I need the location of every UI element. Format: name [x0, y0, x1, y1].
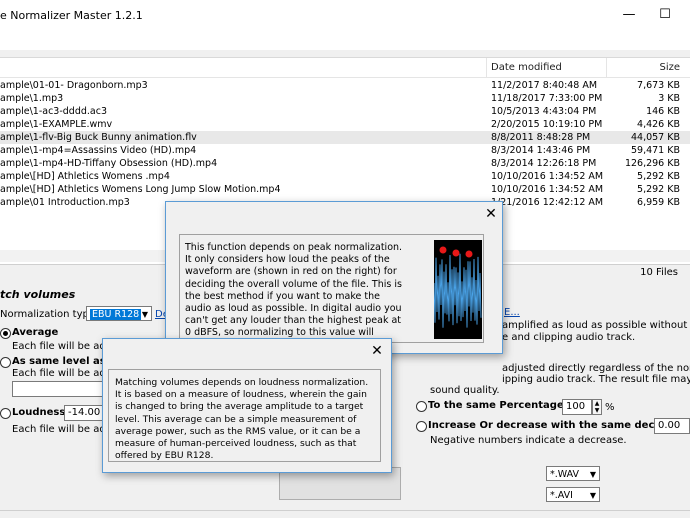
close-icon[interactable]: ✕ — [369, 344, 385, 358]
file-size: 5,292 KB — [637, 171, 680, 182]
amplified-description: amplified as loud as possible without ch… — [502, 320, 690, 331]
peak-tooltip-popup: ✕ This function depends on peak normaliz… — [165, 201, 503, 354]
file-name: ample\[HD] Athletics Womens .mp4 — [0, 171, 170, 182]
title-bar: e Normalizer Master 1.2.1 — ☐ — [0, 0, 690, 30]
format-value: *.WAV — [550, 469, 580, 480]
same-percentage-radio[interactable] — [416, 401, 427, 412]
loudness-input[interactable]: -14.00 — [64, 405, 104, 421]
same-level-radio[interactable] — [0, 357, 11, 368]
table-row[interactable]: ample\01-01- Dragonborn.mp3 11/2/2017 8:… — [0, 79, 690, 92]
file-name: ample\1-mp4-HD-Tiffany Obsession (HD).mp… — [0, 158, 218, 169]
percentage-spinner[interactable]: ▲ ▼ — [592, 399, 602, 415]
file-date: 2/20/2015 10:19:10 PM — [491, 119, 603, 130]
loudness-tooltip-text: Matching volumes depends on loudness nor… — [115, 377, 369, 462]
same-percentage-label: To the same Percentage — [428, 400, 564, 411]
chevron-down-icon: ▼ — [589, 491, 596, 500]
clipping-result-description: ipping audio track. The result file may … — [502, 374, 690, 385]
file-date: 8/8/2011 8:48:28 PM — [491, 132, 591, 143]
loudness-label: Loudness — [12, 407, 66, 418]
file-list-header: Date modified Size — [0, 58, 690, 78]
file-name: ample\1-EXAMPLE.wmv — [0, 119, 113, 130]
increase-decrease-label: Increase Or decrease with the same decib… — [428, 420, 676, 431]
chevron-down-icon: ▼ — [589, 470, 596, 479]
bottom-divider — [0, 510, 690, 511]
file-size: 44,057 KB — [630, 132, 680, 143]
peak-marker — [465, 250, 473, 258]
chevron-down-icon: ▼ — [141, 310, 148, 319]
peak-marker — [452, 249, 460, 257]
file-name: ample\1-flv-Big Buck Bunny animation.flv — [0, 132, 197, 143]
table-row[interactable]: ample\1-EXAMPLE.wmv 2/20/2015 10:19:10 P… — [0, 118, 690, 131]
normalization-type-select[interactable]: EBU R128 ▼ — [86, 306, 152, 321]
file-size: 126,296 KB — [624, 158, 680, 169]
percentage-input[interactable]: 100 — [562, 399, 592, 415]
file-date: 8/3/2014 12:26:18 PM — [491, 158, 597, 169]
format-value: *.AVI — [550, 490, 573, 501]
adjusted-description: adjusted directly regardless of the norm… — [502, 363, 690, 374]
file-name: ample\01 Introduction.mp3 — [0, 197, 130, 208]
file-name: ample\1.mp3 — [0, 93, 64, 104]
file-date: 10/10/2016 1:34:52 AM — [491, 184, 604, 195]
file-size: 3 KB — [658, 93, 680, 104]
table-row[interactable]: ample\1-ac3-dddd.ac3 10/5/2013 4:43:04 P… — [0, 105, 690, 118]
percentage-unit: % — [605, 402, 615, 413]
negative-note: Negative numbers indicate a decrease. — [430, 435, 627, 446]
file-name: ample\01-01- Dragonborn.mp3 — [0, 80, 148, 91]
file-size: 5,292 KB — [637, 184, 680, 195]
menu-bar: lp — [0, 30, 690, 76]
file-date: 10/5/2013 4:43:04 PM — [491, 106, 597, 117]
file-date: 8/3/2014 1:43:46 PM — [491, 145, 591, 156]
clipping-description: e and clipping audio track. — [502, 332, 636, 343]
table-row[interactable]: ample\[HD] Athletics Womens Long Jump Sl… — [0, 183, 690, 196]
help-link[interactable]: E... — [504, 307, 520, 318]
maximize-button[interactable]: ☐ — [647, 0, 683, 30]
table-row[interactable]: ample\1-mp4=Assassins Video (HD).mp4 8/3… — [0, 144, 690, 157]
table-row-selected[interactable]: ample\1-flv-Big Buck Bunny animation.flv… — [0, 131, 690, 144]
peak-marker — [439, 246, 447, 254]
loudness-tooltip-body: Matching volumes depends on loudness nor… — [108, 369, 381, 462]
same-level-description: Each file will be adju — [12, 368, 115, 379]
normalization-type-value: EBU R128 — [90, 309, 142, 320]
waveform-peak-image — [434, 240, 482, 339]
file-name: ample\1-mp4=Assassins Video (HD).mp4 — [0, 145, 197, 156]
file-date: 11/18/2017 7:33:00 PM — [491, 93, 603, 104]
same-level-file-input[interactable] — [12, 381, 104, 397]
loudness-description: Each file will be adju — [12, 424, 115, 435]
loudness-radio[interactable] — [0, 408, 11, 419]
normalization-type-label: Normalization type — [0, 309, 96, 320]
file-date: 11/2/2017 8:40:48 AM — [491, 80, 598, 91]
sound-quality-description: sound quality. — [430, 385, 500, 396]
close-icon[interactable]: ✕ — [483, 207, 499, 221]
file-date: 1/21/2016 12:42:12 AM — [491, 197, 604, 208]
average-label: Average — [12, 327, 59, 338]
average-radio[interactable] — [0, 328, 11, 339]
file-size: 4,426 KB — [637, 119, 680, 130]
same-level-label: As same level as — [12, 356, 106, 367]
file-date: 10/10/2016 1:34:52 AM — [491, 171, 604, 182]
file-size: 6,959 KB — [637, 197, 680, 208]
peak-tooltip-text: This function depends on peak normalizat… — [185, 242, 403, 351]
loudness-tooltip-popup: ✕ Matching volumes depends on loudness n… — [102, 338, 392, 473]
table-row[interactable]: ample\1-mp4-HD-Tiffany Obsession (HD).mp… — [0, 157, 690, 170]
minimize-button[interactable]: — — [611, 0, 647, 30]
window-title: e Normalizer Master 1.2.1 — [0, 9, 143, 22]
file-name: ample\1-ac3-dddd.ac3 — [0, 106, 108, 117]
column-separator[interactable] — [486, 58, 487, 77]
format-select-wav[interactable]: *.WAV ▼ — [546, 466, 600, 481]
file-size: 146 KB — [646, 106, 680, 117]
decibel-input[interactable]: 0.00 — [654, 418, 690, 434]
file-count: 10 Files — [640, 267, 678, 278]
file-size: 7,673 KB — [637, 80, 680, 91]
table-row[interactable]: ample\[HD] Athletics Womens .mp4 10/10/2… — [0, 170, 690, 183]
column-header-date[interactable]: Date modified — [491, 62, 562, 73]
column-header-size[interactable]: Size — [659, 62, 680, 73]
increase-decrease-radio[interactable] — [416, 421, 427, 432]
format-select-avi[interactable]: *.AVI ▼ — [546, 487, 600, 502]
table-row[interactable]: ample\1.mp3 11/18/2017 7:33:00 PM 3 KB — [0, 92, 690, 105]
peak-tooltip-body: This function depends on peak normalizat… — [179, 234, 484, 351]
section-title: tch volumes — [0, 288, 76, 301]
file-size: 59,471 KB — [630, 145, 680, 156]
column-separator[interactable] — [606, 58, 607, 77]
file-name: ample\[HD] Athletics Womens Long Jump Sl… — [0, 184, 281, 195]
